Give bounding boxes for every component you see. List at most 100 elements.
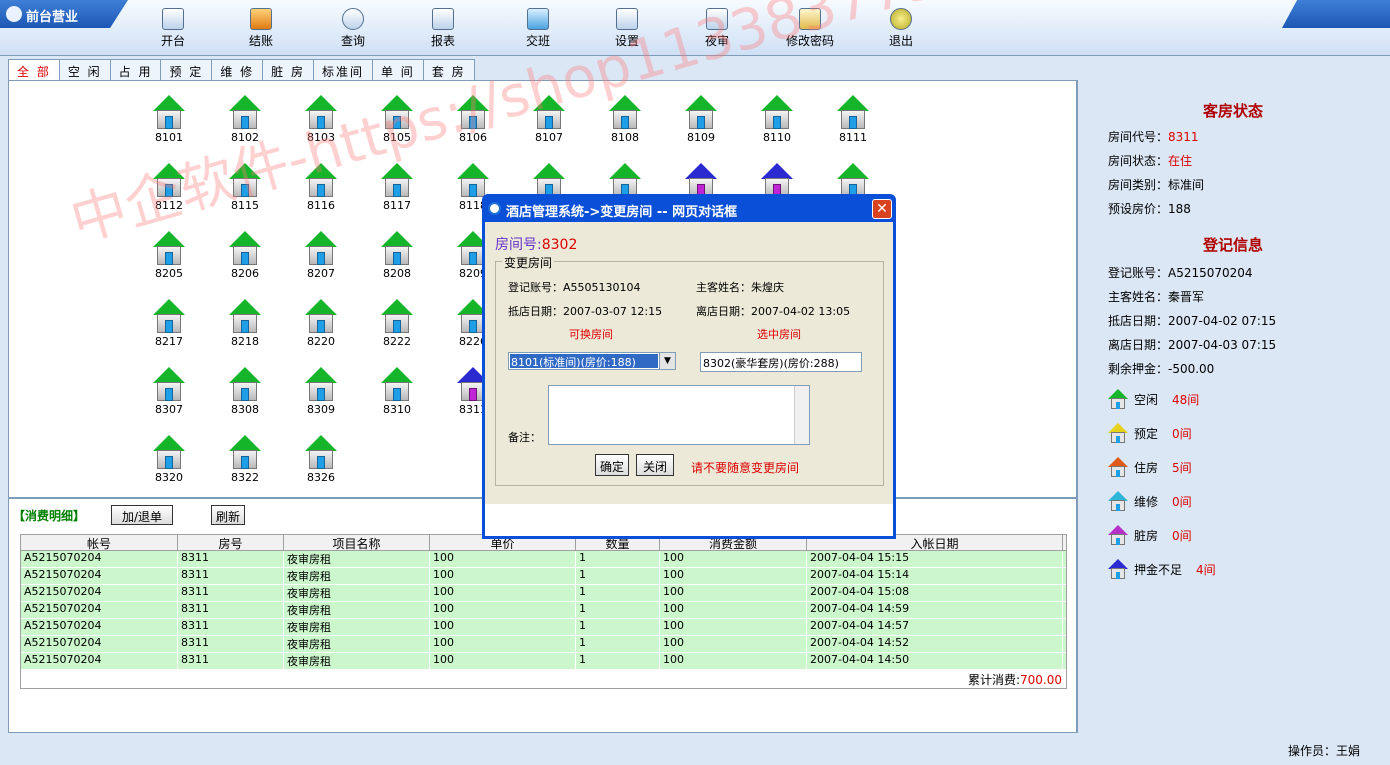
- room-tile[interactable]: 8112: [141, 163, 197, 217]
- room-tile[interactable]: 8208: [369, 231, 425, 285]
- table-row[interactable]: A5215070204 8311 夜审房租 100 1 100 2007-04-04 15:…: [21, 551, 1066, 568]
- available-room-select[interactable]: 8101(标准间)(房价:188) ▼: [508, 352, 676, 370]
- room-tile[interactable]: 8326: [293, 435, 349, 489]
- room-tile[interactable]: 8102: [217, 95, 273, 149]
- table-row[interactable]: A5215070204 8311 夜审房租 100 1 100 2007-04-04 15:…: [21, 568, 1066, 585]
- tab-reserved[interactable]: 预 定: [161, 59, 213, 80]
- room-tile[interactable]: 8218: [217, 299, 273, 353]
- room-tile[interactable]: 8205: [141, 231, 197, 285]
- table-cell: 100: [660, 602, 807, 618]
- house-icon: [837, 95, 869, 129]
- house-icon: [305, 163, 337, 197]
- room-number: 8308: [231, 403, 259, 416]
- scrollbar[interactable]: [794, 386, 809, 444]
- col-room[interactable]: 房号: [178, 535, 284, 551]
- settings-button[interactable]: 设置: [592, 8, 662, 50]
- report-button[interactable]: 报表: [408, 8, 478, 50]
- room-tile[interactable]: 8222: [369, 299, 425, 353]
- room-tile[interactable]: 8108: [597, 95, 653, 149]
- table-cell: 夜审房租: [284, 568, 430, 584]
- room-number: 8326: [307, 471, 335, 484]
- checkout-button[interactable]: 结账: [226, 8, 296, 50]
- tab-dirty[interactable]: 脏 房: [263, 59, 314, 80]
- open-table-icon: [162, 8, 184, 30]
- room-number: 8103: [307, 131, 335, 144]
- tab-occupied[interactable]: 占 用: [110, 59, 162, 80]
- table-cell: A5215070204: [21, 568, 178, 584]
- dialog-title: 酒店管理系统->变更房间 -- 网页对话框: [506, 205, 738, 220]
- ie-icon: [488, 202, 501, 215]
- table-row[interactable]: A5215070204 8311 夜审房租 100 1 100 2007-04-04 14:…: [21, 636, 1066, 653]
- room-tile[interactable]: 8308: [217, 367, 273, 421]
- room-tile[interactable]: 8103: [293, 95, 349, 149]
- room-number: 8309: [307, 403, 335, 416]
- room-number: 8115: [231, 199, 259, 212]
- room-tile[interactable]: 8322: [217, 435, 273, 489]
- query-button[interactable]: 查询: [318, 8, 388, 50]
- selected-room-field[interactable]: 8302(豪华套房)(房价:288): [700, 352, 862, 372]
- table-row[interactable]: A5215070204 8311 夜审房租 100 1 100 2007-04-04 14:…: [21, 653, 1066, 670]
- room-tile[interactable]: 8320: [141, 435, 197, 489]
- close-button[interactable]: 关闭: [636, 454, 674, 476]
- room-number: 8307: [155, 403, 183, 416]
- refresh-button[interactable]: 刷新: [211, 505, 245, 525]
- table-cell: 夜审房租: [284, 653, 430, 669]
- confirm-button[interactable]: 确定: [595, 454, 629, 476]
- table-cell: 8311: [178, 653, 284, 669]
- room-number: 8108: [611, 131, 639, 144]
- room-tile[interactable]: 8111: [825, 95, 881, 149]
- tab-single[interactable]: 单 间: [372, 59, 424, 80]
- room-tile[interactable]: 8109: [673, 95, 729, 149]
- shift-button[interactable]: 交班: [503, 8, 573, 50]
- room-tile[interactable]: 8107: [521, 95, 577, 149]
- col-item[interactable]: 项目名称: [284, 535, 430, 551]
- table-cell: 夜审房租: [284, 602, 430, 618]
- legend-label: 住房: [1134, 460, 1159, 475]
- change-password-button[interactable]: 修改密码: [775, 8, 845, 50]
- room-number: 8117: [383, 199, 411, 212]
- add-return-button[interactable]: 加/退单: [111, 505, 173, 525]
- dialog-guest: 主客姓名：朱煌庆: [696, 281, 784, 294]
- col-account[interactable]: 帐号: [21, 535, 178, 551]
- room-tile[interactable]: 8110: [749, 95, 805, 149]
- dialog-titlebar[interactable]: 酒店管理系统->变更房间 -- 网页对话框: [482, 194, 896, 222]
- register-account: 登记账号：A5215070204: [1108, 266, 1253, 280]
- dialog-close-icon[interactable]: ✕: [872, 199, 892, 219]
- tab-suite[interactable]: 套 房: [423, 59, 475, 80]
- register-deposit: 剩余押金：-500.00: [1108, 362, 1215, 376]
- house-icon: [153, 367, 185, 401]
- table-row[interactable]: A5215070204 8311 夜审房租 100 1 100 2007-04-04 14:…: [21, 619, 1066, 636]
- table-row[interactable]: A5215070204 8311 夜审房租 100 1 100 2007-04-04 15:…: [21, 585, 1066, 602]
- house-icon: [1108, 389, 1128, 409]
- room-tile[interactable]: 8217: [141, 299, 197, 353]
- open-table-button[interactable]: 开台: [138, 8, 208, 50]
- room-tile[interactable]: 8207: [293, 231, 349, 285]
- table-cell: 100: [660, 636, 807, 652]
- tab-standard[interactable]: 标准间: [313, 59, 373, 80]
- table-cell: 2007-04-04 14:52: [807, 636, 1063, 652]
- room-number: 8110: [763, 131, 791, 144]
- room-tile[interactable]: 8310: [369, 367, 425, 421]
- table-cell: 8311: [178, 551, 284, 567]
- room-tile[interactable]: 8101: [141, 95, 197, 149]
- tab-free[interactable]: 空 闲: [59, 59, 111, 80]
- room-tile[interactable]: 8116: [293, 163, 349, 217]
- chevron-down-icon[interactable]: ▼: [659, 353, 675, 369]
- room-tile[interactable]: 8105: [369, 95, 425, 149]
- legend-item: 预定 0间: [1108, 420, 1192, 446]
- room-tile[interactable]: 8206: [217, 231, 273, 285]
- tab-repair[interactable]: 维 修: [212, 59, 264, 80]
- remark-textarea[interactable]: [548, 385, 810, 445]
- tab-all[interactable]: 全 部: [8, 59, 60, 80]
- room-tile[interactable]: 8106: [445, 95, 501, 149]
- night-audit-button[interactable]: 夜审: [682, 8, 752, 50]
- table-cell: 2007-04-04 14:50: [807, 653, 1063, 669]
- room-tile[interactable]: 8117: [369, 163, 425, 217]
- room-tile[interactable]: 8220: [293, 299, 349, 353]
- table-row[interactable]: A5215070204 8311 夜审房租 100 1 100 2007-04-04 14:…: [21, 602, 1066, 619]
- room-tile[interactable]: 8309: [293, 367, 349, 421]
- room-tile[interactable]: 8307: [141, 367, 197, 421]
- room-tile[interactable]: 8115: [217, 163, 273, 217]
- exit-button[interactable]: 退出: [866, 8, 936, 50]
- change-room-group: 变更房间 登记账号：A5505130104 主客姓名：朱煌庆 抵店日期：2007…: [495, 254, 884, 486]
